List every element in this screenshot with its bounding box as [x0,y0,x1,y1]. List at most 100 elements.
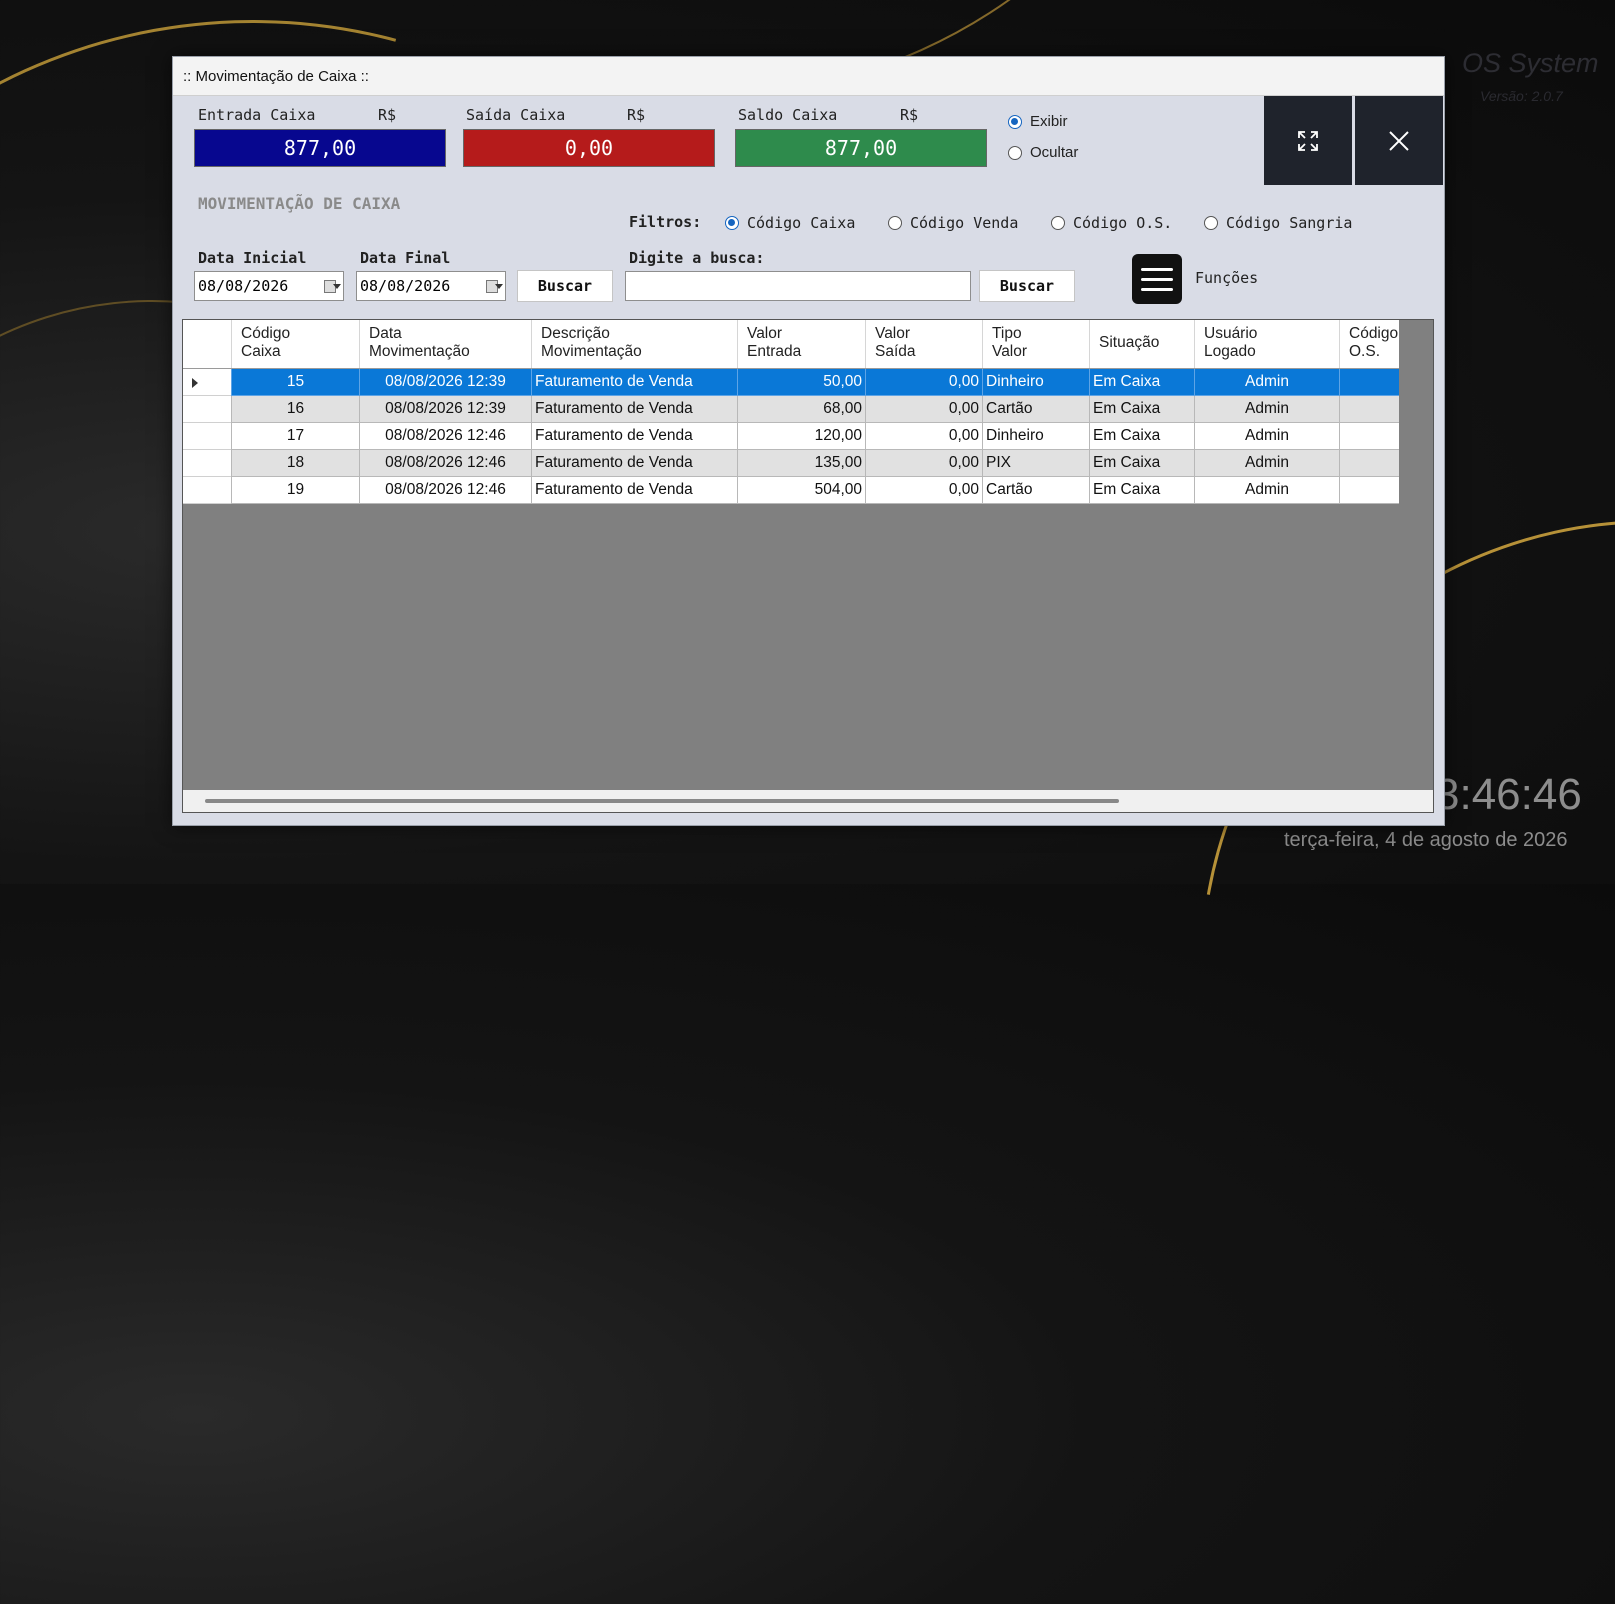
background-date: terça-feira, 4 de agosto de 2026 [1284,829,1568,851]
exibir-radio[interactable]: Exibir [1008,113,1068,130]
table-row[interactable]: 17 08/08/2026 12:46 Faturamento de Venda 12… [183,423,1399,450]
col-codigo-caixa-cell[interactable]: 15 [231,369,359,396]
row-header[interactable] [183,369,231,396]
col-tipo-valor-cell[interactable]: Cartão [982,396,1089,423]
table-row[interactable]: 16 08/08/2026 12:39 Faturamento de Venda 68… [183,396,1399,423]
col-tipo-valor-cell[interactable]: Dinheiro [982,369,1089,396]
hamburger-icon [1141,277,1173,281]
filter-option-label: Código Venda [910,214,1019,232]
background-version: Versão: 2.0.7 [1480,88,1563,104]
col-codigo-os-cell[interactable] [1339,369,1399,396]
col-descricao-header[interactable]: Descrição Movimentação [531,320,737,368]
start-date-label: Data Inicial [198,249,307,267]
col-codigo-os-cell[interactable] [1339,396,1399,423]
col-tipo-valor-cell[interactable]: Cartão [982,477,1089,504]
saldo-value: 877,00 [735,129,987,167]
row-header[interactable] [183,477,231,504]
col-valor-entrada-header[interactable]: Valor Entrada [737,320,865,368]
close-button[interactable] [1355,96,1443,185]
col-descricao-cell[interactable]: Faturamento de Venda [531,423,737,450]
saldo-label: Saldo Caixa [738,106,838,124]
col-valor-entrada-cell[interactable]: 50,00 [737,369,865,396]
col-data-movimentacao-cell[interactable]: 08/08/2026 12:46 [359,477,531,504]
col-tipo-valor-cell[interactable]: Dinheiro [982,423,1089,450]
col-valor-entrada-cell[interactable]: 120,00 [737,423,865,450]
col-valor-entrada-cell[interactable]: 504,00 [737,477,865,504]
movements-grid[interactable]: Código Caixa Data Movimentação Descrição M… [182,319,1434,813]
ocultar-radio[interactable]: Ocultar [1008,144,1078,161]
col-data-movimentacao-cell[interactable]: 08/08/2026 12:46 [359,423,531,450]
saldo-currency: R$ [900,106,919,124]
col-valor-saida-cell[interactable]: 0,00 [865,423,982,450]
col-tipo-valor-cell[interactable]: PIX [982,450,1089,477]
expand-icon [1298,130,1318,151]
col-usuario-cell[interactable]: Admin [1194,369,1339,396]
filter-option-label: Código Caixa [747,214,856,232]
col-data-movimentacao-header[interactable]: Data Movimentação [359,320,531,368]
table-row[interactable]: 19 08/08/2026 12:46 Faturamento de Venda 50… [183,477,1399,504]
horizontal-scrollbar[interactable] [183,790,1433,812]
filter-codigo-venda[interactable]: Código Venda [888,214,1018,232]
search-input[interactable] [625,271,971,301]
row-header[interactable] [183,396,231,423]
col-valor-saida-cell[interactable]: 0,00 [865,450,982,477]
col-tipo-valor-header[interactable]: Tipo Valor [982,320,1089,368]
col-descricao-cell[interactable]: Faturamento de Venda [531,396,737,423]
row-header[interactable] [183,423,231,450]
table-row[interactable]: 18 08/08/2026 12:46 Faturamento de Venda 13… [183,450,1399,477]
col-usuario-cell[interactable]: Admin [1194,396,1339,423]
col-situacao-cell[interactable]: Em Caixa [1089,396,1194,423]
exibir-label: Exibir [1030,113,1068,130]
col-descricao-cell[interactable]: Faturamento de Venda [531,450,737,477]
col-valor-saida-cell[interactable]: 0,00 [865,369,982,396]
date-search-button[interactable]: Buscar [517,270,613,302]
row-header[interactable] [183,450,231,477]
col-usuario-cell[interactable]: Admin [1194,423,1339,450]
background-brand: OS System [1462,48,1599,78]
col-codigo-os-cell[interactable] [1339,450,1399,477]
col-situacao-cell[interactable]: Em Caixa [1089,450,1194,477]
col-usuario-cell[interactable]: Admin [1194,450,1339,477]
col-valor-saida-cell[interactable]: 0,00 [865,477,982,504]
text-search-button[interactable]: Buscar [979,270,1075,302]
col-situacao-cell[interactable]: Em Caixa [1089,369,1194,396]
expand-button[interactable] [1264,96,1352,185]
col-situacao-cell[interactable]: Em Caixa [1089,423,1194,450]
entrada-currency: R$ [378,106,397,124]
col-valor-saida-header[interactable]: Valor Saída [865,320,982,368]
col-data-movimentacao-cell[interactable]: 08/08/2026 12:39 [359,396,531,423]
col-codigo-os-cell[interactable] [1339,423,1399,450]
col-codigo-os-header[interactable]: Código O.S. [1339,320,1399,368]
window-titlebar[interactable]: :: Movimentação de Caixa :: [173,57,1444,96]
col-codigo-caixa-cell[interactable]: 19 [231,477,359,504]
col-valor-entrada-cell[interactable]: 68,00 [737,396,865,423]
filter-codigo-sangria[interactable]: Código Sangria [1204,214,1352,232]
filter-codigo-os[interactable]: Código O.S. [1051,214,1172,232]
col-situacao-header[interactable]: Situação [1089,320,1194,368]
saida-value: 0,00 [463,129,715,167]
background-clock: 3:46:46 [1435,770,1582,819]
col-data-movimentacao-cell[interactable]: 08/08/2026 12:39 [359,369,531,396]
functions-menu-button[interactable] [1132,254,1182,304]
col-codigo-caixa-header[interactable]: Código Caixa [231,320,359,368]
col-situacao-cell[interactable]: Em Caixa [1089,477,1194,504]
hamburger-icon [1141,267,1173,271]
col-usuario-header[interactable]: Usuário Logado [1194,320,1339,368]
start-date-picker[interactable]: 08/08/2026 [194,271,344,301]
col-valor-entrada-cell[interactable]: 135,00 [737,450,865,477]
filter-codigo-caixa[interactable]: Código Caixa [725,214,855,232]
table-row[interactable]: 15 08/08/2026 12:39 Faturamento de Venda 50… [183,369,1399,396]
col-usuario-cell[interactable]: Admin [1194,477,1339,504]
col-descricao-cell[interactable]: Faturamento de Venda [531,477,737,504]
col-valor-saida-cell[interactable]: 0,00 [865,396,982,423]
col-codigo-caixa-cell[interactable]: 17 [231,423,359,450]
col-descricao-cell[interactable]: Faturamento de Venda [531,369,737,396]
col-codigo-caixa-cell[interactable]: 18 [231,450,359,477]
totals-panel: Entrada Caixa R$ 877,00 Saída Caixa R$ 0… [173,96,1261,188]
col-codigo-os-cell[interactable] [1339,477,1399,504]
col-data-movimentacao-cell[interactable]: 08/08/2026 12:46 [359,450,531,477]
radio-unselected-icon [1008,145,1022,160]
scrollbar-thumb[interactable] [205,799,1119,803]
col-codigo-caixa-cell[interactable]: 16 [231,396,359,423]
end-date-picker[interactable]: 08/08/2026 [356,271,506,301]
